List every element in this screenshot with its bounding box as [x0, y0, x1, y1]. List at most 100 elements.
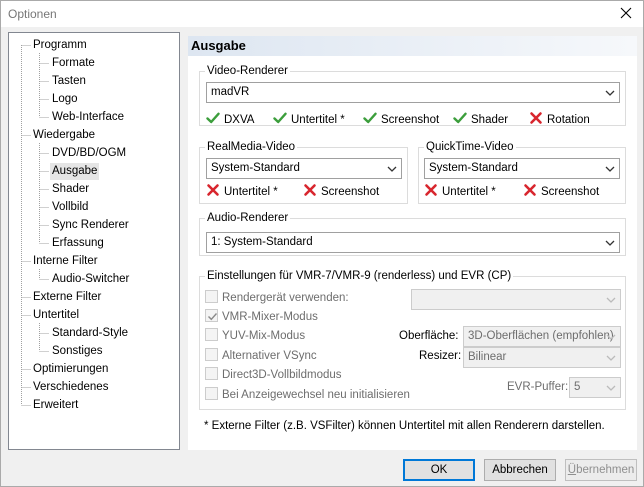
video-renderer-title: Video-Renderer — [205, 64, 290, 78]
video-renderer-feature-screenshot: Screenshot — [363, 111, 439, 127]
yuv-mix-label: YUV-Mix-Modus — [222, 330, 306, 342]
d3d-fullscreen-checkbox[interactable]: Direct3D-Vollbildmodus — [205, 367, 342, 383]
tree-item-ausgabe[interactable]: Ausgabe — [50, 163, 100, 180]
footnote: * Externe Filter (z.B. VSFilter) können … — [204, 420, 605, 432]
vmr-settings-title: Einstellungen für VMR-7/VMR-9 (renderles… — [205, 269, 514, 283]
chevron-down-icon — [606, 297, 616, 303]
d3d-fullscreen-label: Direct3D-Vollbildmodus — [222, 369, 342, 381]
chevron-down-icon — [605, 90, 615, 96]
check-icon — [206, 112, 220, 124]
chevron-down-icon — [605, 240, 615, 246]
vmr-mixer-label: VMR-Mixer-Modus — [222, 311, 318, 323]
reinit-label: Bei Anzeigewechsel neu initialisieren — [222, 389, 410, 401]
quicktime-feature-screenshot: Screenshot — [523, 183, 599, 199]
checkmark-icon — [208, 313, 218, 321]
checkbox-box — [205, 367, 218, 380]
feature-label: Screenshot — [321, 186, 380, 198]
tree-item-untertitel[interactable]: Untertitel — [31, 307, 81, 324]
apply-button[interactable]: Übernehmen — [565, 459, 637, 481]
tree-item-erfassung[interactable]: Erfassung — [50, 235, 106, 252]
video-renderer-value: madVR — [211, 86, 250, 98]
tree-item-shader[interactable]: Shader — [50, 181, 91, 198]
evr-buffer-label: EVR-Puffer: — [507, 381, 569, 393]
evr-buffer-select[interactable]: 5 — [569, 377, 621, 398]
quicktime-group: QuickTime-Video System-Standard Untertit… — [418, 140, 626, 204]
yuv-mix-checkbox[interactable]: YUV-Mix-Modus — [205, 328, 305, 344]
page-title: Ausgabe — [191, 38, 246, 53]
realmedia-title: RealMedia-Video — [205, 140, 298, 154]
quicktime-feature-untertitel: Untertitel * — [424, 183, 496, 199]
chevron-down-icon — [387, 166, 397, 172]
tree-item-externe-filter[interactable]: Externe Filter — [31, 289, 103, 306]
audio-renderer-value: 1: System-Standard — [211, 236, 313, 248]
alt-vsync-label: Alternativer VSync — [222, 350, 317, 362]
chevron-down-icon — [606, 385, 616, 391]
close-icon[interactable] — [617, 4, 635, 22]
check-icon — [363, 112, 377, 124]
checkbox-box — [205, 309, 218, 322]
realmedia-select[interactable]: System-Standard — [206, 158, 402, 179]
render-device-checkbox[interactable]: Rendergerät verwenden: — [205, 290, 349, 306]
audio-renderer-select[interactable]: 1: System-Standard — [206, 232, 620, 253]
ok-button[interactable]: OK — [403, 459, 475, 481]
cross-icon — [530, 112, 542, 124]
tree-item-standard-style[interactable]: Standard-Style — [50, 325, 130, 342]
tree-item-dvd-bd-ogm[interactable]: DVD/BD/OGM — [50, 145, 128, 162]
reinit-on-display-change-checkbox[interactable]: Bei Anzeigewechsel neu initialisieren — [205, 387, 410, 403]
video-renderer-feature-untertitel: Untertitel * — [273, 111, 345, 127]
options-tree[interactable]: Programm Formate Tasten Logo Web-Interface Wi… — [8, 32, 180, 450]
feature-label: Untertitel * — [291, 114, 345, 126]
quicktime-title: QuickTime-Video — [424, 140, 516, 154]
video-renderer-group: Video-Renderer madVR DXVA Untertitel * Scr… — [199, 64, 626, 127]
check-icon — [453, 112, 467, 124]
feature-label: DXVA — [224, 114, 255, 126]
check-icon — [273, 112, 287, 124]
resizer-select[interactable]: Bilinear — [463, 347, 621, 368]
resizer-value: Bilinear — [468, 351, 507, 363]
feature-label: Untertitel * — [442, 186, 496, 198]
checkbox-box — [205, 387, 218, 400]
cross-icon — [524, 184, 536, 196]
cross-icon — [304, 184, 316, 196]
window-title: Optionen — [8, 7, 57, 21]
surface-select[interactable]: 3D-Oberflächen (empfohlen) — [463, 326, 621, 347]
tree-item-tasten[interactable]: Tasten — [50, 73, 88, 90]
tree-item-interne-filter[interactable]: Interne Filter — [31, 253, 100, 270]
video-renderer-feature-rotation: Rotation — [529, 111, 590, 127]
realmedia-value: System-Standard — [211, 162, 300, 174]
cross-icon — [207, 184, 219, 196]
cancel-button[interactable]: Abbrechen — [484, 459, 556, 481]
chevron-down-icon — [605, 166, 615, 172]
render-device-select[interactable] — [411, 289, 621, 310]
feature-label: Untertitel * — [224, 186, 278, 198]
tree-item-sync-renderer[interactable]: Sync Renderer — [50, 217, 131, 234]
realmedia-feature-untertitel: Untertitel * — [206, 183, 278, 199]
tree-item-web-interface[interactable]: Web-Interface — [50, 109, 126, 126]
video-renderer-select[interactable]: madVR — [206, 82, 620, 103]
chevron-down-icon — [606, 334, 616, 340]
checkbox-box — [205, 328, 218, 341]
feature-label: Shader — [471, 114, 509, 126]
tree-item-vollbild[interactable]: Vollbild — [50, 199, 90, 216]
vmr-mixer-checkbox[interactable]: VMR-Mixer-Modus — [205, 309, 318, 325]
tree-item-programm[interactable]: Programm — [31, 37, 89, 54]
video-renderer-feature-dxva: DXVA — [206, 111, 254, 127]
apply-label: bernehmen — [576, 464, 635, 476]
tree-item-optimierungen[interactable]: Optimierungen — [31, 361, 110, 378]
tree-item-formate[interactable]: Formate — [50, 55, 97, 72]
checkbox-box — [205, 348, 218, 361]
alt-vsync-checkbox[interactable]: Alternativer VSync — [205, 348, 317, 364]
tree-item-sonstiges[interactable]: Sonstiges — [50, 343, 105, 360]
page-header: Ausgabe — [188, 36, 637, 56]
render-device-label: Rendergerät verwenden: — [222, 292, 349, 304]
feature-label: Screenshot — [381, 114, 440, 126]
quicktime-select[interactable]: System-Standard — [424, 158, 620, 179]
audio-renderer-group: Audio-Renderer 1: System-Standard — [199, 211, 626, 256]
tree-item-wiedergabe[interactable]: Wiedergabe — [31, 127, 97, 144]
tree-item-verschiedenes[interactable]: Verschiedenes — [31, 379, 110, 396]
tree-item-audio-switcher[interactable]: Audio-Switcher — [50, 271, 131, 288]
vmr-settings-group: Einstellungen für VMR-7/VMR-9 (renderles… — [199, 269, 626, 410]
tree-item-erweitert[interactable]: Erweitert — [31, 397, 80, 414]
chevron-down-icon — [606, 355, 616, 361]
tree-item-logo[interactable]: Logo — [50, 91, 80, 108]
